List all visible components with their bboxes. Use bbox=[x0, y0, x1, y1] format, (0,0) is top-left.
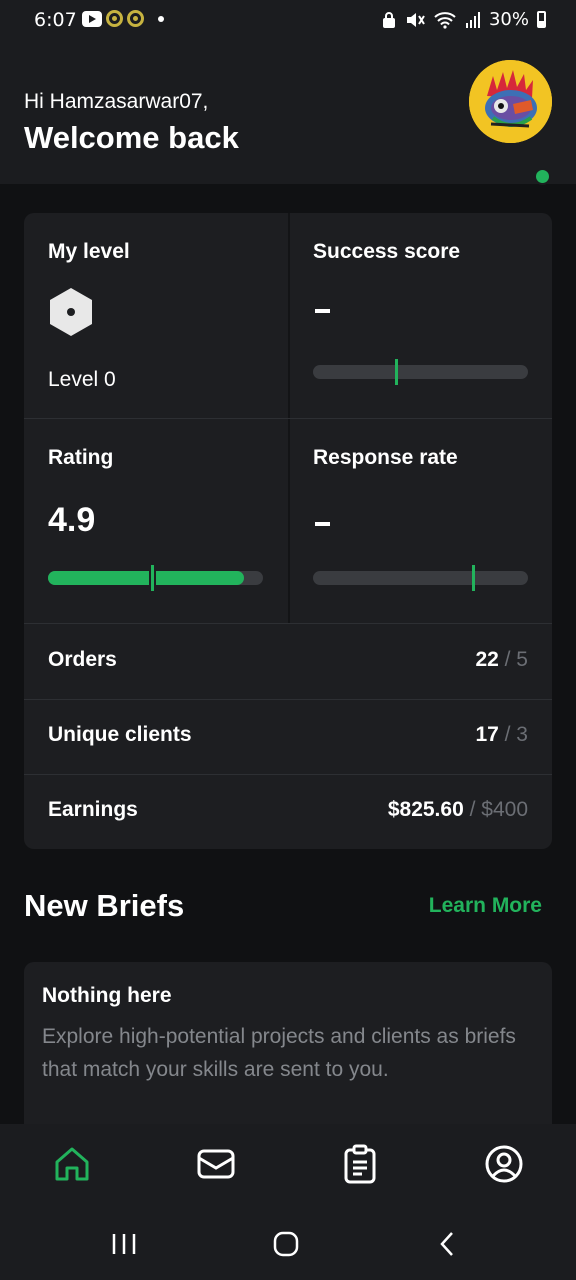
battery-percentage: 30% bbox=[488, 9, 529, 30]
learn-more-link[interactable]: Learn More bbox=[429, 894, 542, 918]
success-score-marker bbox=[394, 359, 398, 385]
inbox-icon bbox=[197, 1149, 235, 1179]
status-time: 6:07 bbox=[34, 9, 77, 31]
recent-apps-icon[interactable] bbox=[110, 1230, 138, 1258]
earnings-value: $825.60 bbox=[387, 798, 464, 821]
response-rate-bar bbox=[313, 565, 528, 591]
mute-icon bbox=[406, 12, 425, 27]
status-bar: 6:07 30% bbox=[0, 0, 576, 44]
earnings-value-group: $825.60 / $400 bbox=[388, 798, 528, 822]
profile-icon bbox=[485, 1145, 523, 1183]
tab-inbox[interactable] bbox=[196, 1144, 236, 1184]
response-rate-value-empty bbox=[315, 522, 330, 526]
bottom-tab-bar bbox=[0, 1124, 576, 1210]
unique-clients-value: 17 bbox=[475, 723, 499, 746]
app-notification-icon bbox=[106, 10, 123, 27]
system-navigation-bar bbox=[0, 1210, 576, 1280]
online-status-indicator bbox=[534, 168, 551, 185]
success-score-cell[interactable]: Success score - bbox=[290, 213, 552, 418]
unique-clients-row[interactable]: Unique clients 17 / 3 bbox=[24, 699, 552, 774]
profile-avatar[interactable] bbox=[469, 60, 552, 143]
rating-bar-fill bbox=[48, 571, 245, 585]
tab-profile[interactable] bbox=[484, 1144, 524, 1184]
home-button-icon[interactable] bbox=[272, 1230, 300, 1258]
rating-bar bbox=[48, 565, 263, 591]
battery-icon bbox=[537, 11, 546, 28]
header: Hi Hamzasarwar07, Welcome back bbox=[0, 44, 576, 185]
lock-icon bbox=[382, 11, 395, 28]
orders-value: 22 bbox=[475, 648, 499, 671]
my-level-title: My level bbox=[48, 240, 130, 263]
unique-clients-target: / 3 bbox=[504, 723, 528, 746]
rating-marker bbox=[149, 565, 157, 591]
system-status-icons: 30% bbox=[381, 9, 546, 30]
back-icon[interactable] bbox=[434, 1230, 462, 1258]
rating-cell[interactable]: Rating 4.9 bbox=[24, 419, 288, 623]
more-notifications-icon bbox=[158, 15, 164, 22]
earnings-target: / $400 bbox=[469, 798, 528, 821]
app-notification-icon bbox=[127, 10, 144, 27]
welcome-heading: Welcome back bbox=[24, 120, 239, 155]
tab-orders[interactable] bbox=[340, 1144, 380, 1184]
success-score-bar bbox=[313, 359, 528, 385]
signal-icon bbox=[465, 11, 480, 28]
level-label: Level 0 bbox=[48, 368, 116, 391]
response-rate-title: Response rate bbox=[313, 446, 458, 469]
my-level-cell[interactable]: My level Level 0 bbox=[24, 213, 288, 418]
response-rate-marker bbox=[472, 565, 476, 591]
success-score-title: Success score bbox=[313, 240, 461, 263]
unique-clients-value-group: 17 / 3 bbox=[475, 723, 528, 747]
orders-clipboard-icon bbox=[344, 1144, 376, 1184]
response-rate-cell[interactable]: Response rate - bbox=[290, 419, 552, 623]
rating-title: Rating bbox=[48, 446, 114, 469]
empty-state-title: Nothing here bbox=[42, 984, 172, 1007]
orders-value-group: 22 / 5 bbox=[475, 648, 528, 672]
orders-target: / 5 bbox=[504, 648, 528, 671]
wifi-icon bbox=[434, 11, 456, 29]
avatar-image bbox=[469, 60, 552, 143]
rating-value: 4.9 bbox=[48, 501, 96, 539]
empty-state-text: Explore high-potential projects and clie… bbox=[42, 1025, 516, 1081]
orders-row[interactable]: Orders 22 / 5 bbox=[24, 624, 552, 699]
notification-icons bbox=[82, 10, 164, 27]
orders-label: Orders bbox=[48, 648, 117, 671]
tab-home[interactable] bbox=[52, 1144, 92, 1184]
greeting-text: Hi Hamzasarwar07, bbox=[24, 90, 209, 113]
new-briefs-heading: New Briefs bbox=[24, 888, 185, 923]
home-icon bbox=[55, 1147, 89, 1181]
unique-clients-label: Unique clients bbox=[48, 723, 192, 746]
stats-card: My level Level 0 Success score - Rating … bbox=[24, 213, 552, 849]
level-badge-icon bbox=[50, 288, 92, 336]
success-score-value-empty bbox=[315, 309, 330, 313]
earnings-label: Earnings bbox=[48, 798, 138, 821]
earnings-row[interactable]: Earnings $825.60 / $400 bbox=[24, 774, 552, 849]
youtube-notification-icon bbox=[82, 10, 102, 27]
